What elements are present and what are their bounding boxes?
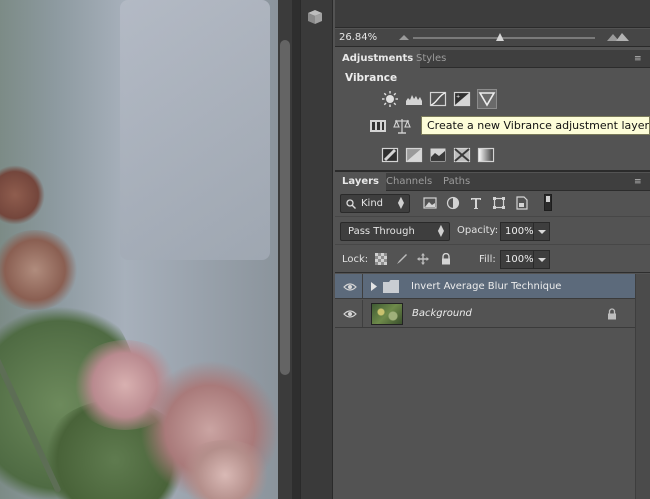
adjustments-tabbar: Adjustments Styles ≡ xyxy=(335,50,650,68)
blend-mode-value: Pass Through xyxy=(348,226,415,237)
smart-object-filter-icon[interactable] xyxy=(515,196,529,210)
invert-icon[interactable] xyxy=(381,146,399,164)
layer-name[interactable]: Background xyxy=(412,308,472,319)
threshold-icon[interactable] xyxy=(429,146,447,164)
zoom-value[interactable]: 26.84% xyxy=(339,32,377,43)
opacity-label: Opacity: xyxy=(457,225,499,236)
zoom-in-icon[interactable] xyxy=(607,33,629,41)
panel-menu-icon[interactable]: ≡ xyxy=(634,177,646,187)
folder-icon xyxy=(383,280,399,293)
layers-scrollbar[interactable] xyxy=(635,274,650,499)
blend-opacity-row: Pass Through ▲ ▼ Opacity: 100% xyxy=(335,218,650,245)
visibility-toggle[interactable] xyxy=(335,300,363,327)
updown-arrow-icon: ▲ ▼ xyxy=(437,223,444,238)
fill-dropdown-button[interactable] xyxy=(534,250,550,269)
zoom-slider-thumb[interactable] xyxy=(496,33,505,41)
layer-row-background[interactable]: Background xyxy=(335,300,635,328)
vibrance-icon[interactable] xyxy=(477,89,497,109)
layers-filter-toolbar: Kind ▲ ▼ xyxy=(335,191,650,217)
tab-styles[interactable]: Styles xyxy=(409,50,453,68)
layer-thumbnail[interactable] xyxy=(371,303,403,325)
navigator-zoom-row: 26.84% xyxy=(335,29,650,47)
opacity-dropdown-button[interactable] xyxy=(534,222,550,241)
pixel-filter-icon[interactable] xyxy=(423,196,437,210)
layer-name[interactable]: Invert Average Blur Technique xyxy=(411,281,561,292)
zoom-out-icon[interactable] xyxy=(399,35,409,40)
color-balance-icon[interactable] xyxy=(393,117,411,135)
document-canvas[interactable] xyxy=(0,0,278,499)
curves-icon[interactable] xyxy=(429,90,447,108)
filter-kind-value: Kind xyxy=(361,198,384,209)
layer-row-group[interactable]: Invert Average Blur Technique xyxy=(335,274,635,299)
canvas-flower xyxy=(0,165,45,225)
lock-fill-row: Lock: Fill: 100% xyxy=(335,246,650,273)
levels-icon[interactable] xyxy=(405,90,423,108)
selective-color-icon[interactable] xyxy=(453,146,471,164)
exposure-icon[interactable]: + xyxy=(453,90,471,108)
3d-panel-icon[interactable] xyxy=(306,8,324,26)
updown-arrow-icon: ▲ ▼ xyxy=(397,195,404,210)
filter-toggle-switch[interactable] xyxy=(544,194,552,211)
fill-field[interactable]: 100% xyxy=(500,250,534,269)
lock-all-icon[interactable] xyxy=(440,253,452,265)
shape-filter-icon[interactable] xyxy=(492,196,506,210)
adjustment-filter-icon[interactable] xyxy=(446,196,460,210)
search-icon xyxy=(346,199,356,209)
filter-kind-dropdown[interactable]: Kind ▲ ▼ xyxy=(340,194,410,213)
lock-image-pixels-icon[interactable] xyxy=(396,253,408,265)
panel-stack: 26.84% Adjustments Styles ≡ Vibrance + C… xyxy=(335,0,650,499)
canvas-scrollbar-thumb[interactable] xyxy=(280,40,290,375)
tab-channels[interactable]: Channels xyxy=(379,173,439,191)
type-filter-icon[interactable] xyxy=(469,196,483,210)
panel-divider xyxy=(292,0,300,499)
panel-menu-icon[interactable]: ≡ xyxy=(634,54,646,64)
tab-adjustments[interactable]: Adjustments xyxy=(335,50,421,68)
tab-paths[interactable]: Paths xyxy=(436,173,477,191)
lock-transparent-pixels-icon[interactable] xyxy=(375,253,387,265)
canvas-window-highlight xyxy=(120,0,270,260)
lock-position-icon[interactable] xyxy=(417,253,429,265)
expand-arrow-icon[interactable] xyxy=(371,282,377,291)
gradient-map-icon[interactable] xyxy=(477,146,495,164)
navigator-preview-strip xyxy=(335,0,650,28)
eye-icon[interactable] xyxy=(343,309,357,319)
adjustments-section-title: Vibrance xyxy=(345,72,398,84)
svg-text:+: + xyxy=(456,94,460,100)
panel-separator xyxy=(335,170,650,172)
eye-icon[interactable] xyxy=(343,282,357,292)
visibility-toggle[interactable] xyxy=(335,274,363,298)
collapsed-panel-dock xyxy=(300,0,333,499)
blend-mode-dropdown[interactable]: Pass Through ▲ ▼ xyxy=(340,222,450,241)
posterize-icon[interactable] xyxy=(405,146,423,164)
layers-tabbar: Layers Channels Paths ≡ xyxy=(335,173,650,191)
layers-list: Invert Average Blur Technique Background xyxy=(335,274,635,499)
opacity-field[interactable]: 100% xyxy=(500,222,534,241)
lock-label: Lock: xyxy=(342,254,369,265)
hue-saturation-icon[interactable] xyxy=(369,117,387,135)
brightness-contrast-icon[interactable] xyxy=(381,90,399,108)
vibrance-tooltip: Create a new Vibrance adjustment layer xyxy=(421,116,650,135)
lock-icon xyxy=(608,308,616,320)
fill-label: Fill: xyxy=(479,254,496,265)
